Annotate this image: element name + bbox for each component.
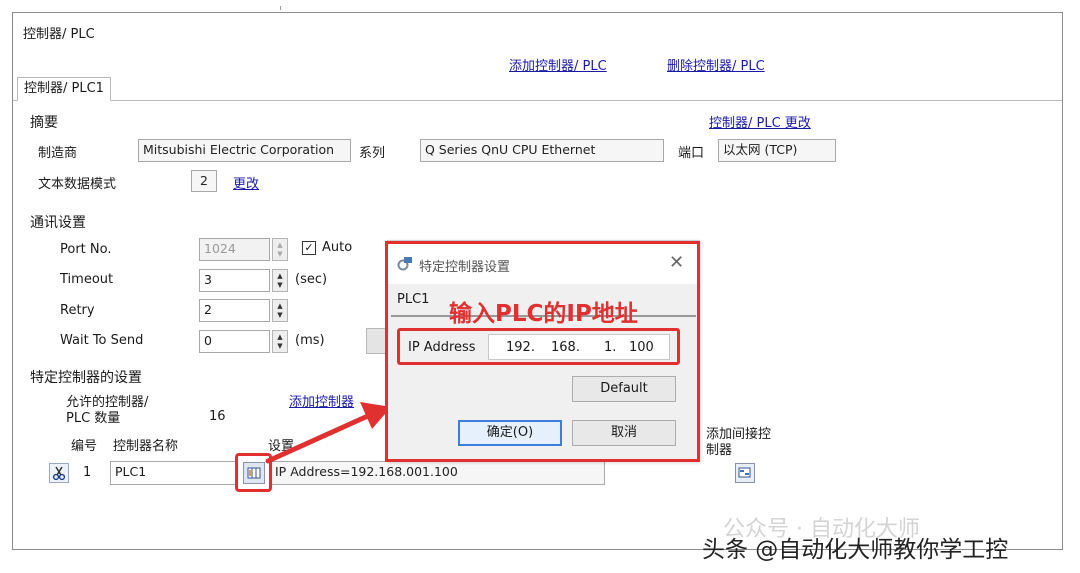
allowed-count: 16 [209,409,226,424]
top-tick [280,6,281,10]
retry-label: Retry [60,303,95,318]
retry-input[interactable]: 2 [199,299,270,322]
dialog-highlight-box [385,241,700,462]
manufacturer-field: Mitsubishi Electric Corporation [138,139,351,162]
summary-heading: 摘要 [30,115,58,131]
tab-plc1-label: 控制器/ PLC1 [24,81,104,96]
text-mode-field: 2 [191,170,217,192]
add-plc-link[interactable]: 添加控制器/ PLC [509,55,607,74]
wait-label: Wait To Send [60,333,144,348]
wait-spinner[interactable]: ▲ ▼ [272,330,288,353]
wait-input[interactable]: 0 [199,330,270,353]
tab-underline [13,100,1062,101]
add-indirect-button[interactable] [735,463,755,483]
add-indirect-icon [738,467,751,478]
delete-row-icon[interactable] [49,463,69,483]
page-title: 控制器/ PLC [23,27,95,42]
manufacturer-label: 制造商 [38,146,78,161]
wait-unit: (ms) [295,333,325,348]
specific-heading: 特定控制器的设置 [30,370,142,386]
comm-heading: 通讯设置 [30,215,86,231]
timeout-label: Timeout [60,272,114,287]
scissors-icon [52,466,66,481]
port-no-spinner[interactable]: ▲ ▼ [272,238,288,261]
add-indirect-label-line2: 制器 [706,443,733,458]
col-name-header: 控制器名称 [113,439,179,454]
allowed-label-line2: PLC 数量 [66,411,121,426]
timeout-unit: (sec) [295,272,328,287]
port-field: 以太网 (TCP) [718,139,836,162]
annotation-arrow [265,402,391,464]
text-mode-label: 文本数据模式 [38,177,117,192]
port-label: 端口 [678,146,705,161]
delete-plc-link[interactable]: 删除控制器/ PLC [667,55,765,74]
change-controller-link[interactable]: 控制器/ PLC 更改 [709,112,811,131]
timeout-spinner[interactable]: ▲ ▼ [272,269,288,292]
series-field: Q Series QnU CPU Ethernet [420,139,664,162]
retry-spinner[interactable]: ▲ ▼ [272,299,288,322]
toutiao-watermark: 头条 @自动化大师教你学工控 [702,537,1009,563]
timeout-input[interactable]: 3 [199,269,270,292]
series-label: 系列 [359,146,386,161]
text-mode-change-link[interactable]: 更改 [233,173,259,192]
port-no-input[interactable]: 1024 [199,238,270,261]
row-number: 1 [83,465,92,480]
auto-checkbox[interactable]: ✓ [302,241,316,255]
auto-label: Auto [322,240,353,255]
col-number-header: 编号 [71,439,98,454]
port-no-label: Port No. [60,242,112,257]
row-controller-name[interactable]: PLC1 [110,461,238,485]
tab-plc1[interactable]: 控制器/ PLC1 [17,77,111,101]
